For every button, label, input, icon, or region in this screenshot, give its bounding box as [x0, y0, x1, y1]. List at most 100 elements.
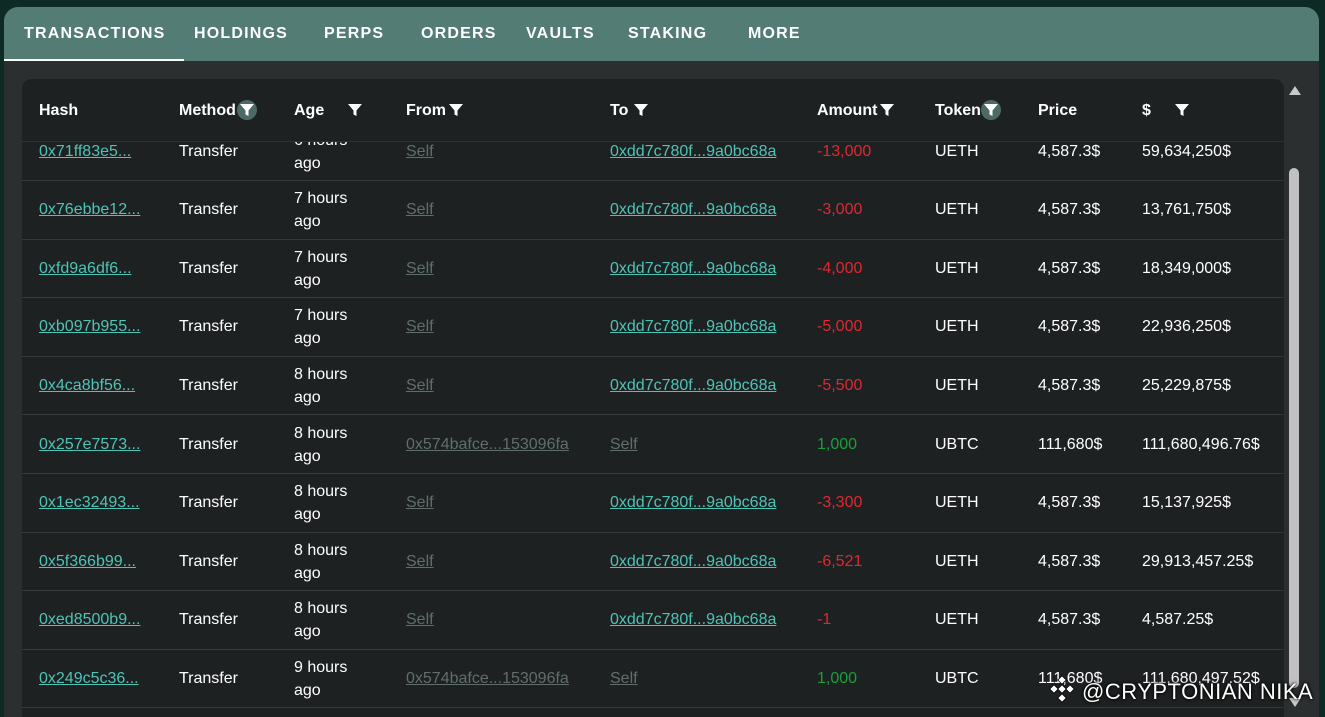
scroll-up-arrow-icon[interactable] — [1289, 86, 1301, 95]
column-header-token: Token — [935, 102, 981, 119]
amount-value: -4,000 — [817, 259, 863, 277]
age-suffix: ago — [294, 271, 321, 289]
amount-value-cell: -6,521 — [817, 533, 862, 591]
age-value: 8 hours — [294, 424, 348, 442]
to-address-link[interactable]: 0xdd7c780f...9a0bc68a — [610, 494, 776, 512]
tx-hash-link[interactable]: 0xb097b955... — [39, 318, 140, 336]
tab-holdings[interactable]: HOLDINGS — [194, 7, 288, 61]
watermark-text: @CRYPTONIAN NIKA — [1082, 679, 1314, 704]
token-symbol: UETH — [935, 142, 979, 160]
to-address-link-cell: 0xdd7c780f...9a0bc68a — [610, 298, 776, 356]
age-value: 7 hours — [294, 307, 348, 325]
usd-value-cell: 13,761,750$ — [1142, 181, 1231, 239]
amount-value-cell: -3,300 — [817, 474, 862, 532]
column-header-method: Method — [179, 102, 236, 119]
to-self-link[interactable]: Self — [610, 670, 638, 688]
from-self-link[interactable]: Self — [406, 260, 434, 278]
from-self-link[interactable]: Self — [406, 553, 434, 571]
from-self-link[interactable]: Self — [406, 611, 434, 629]
method-filter-icon[interactable] — [237, 100, 257, 120]
from-self-link[interactable]: Self — [406, 143, 434, 161]
age-value: 9 hours — [294, 658, 348, 676]
column-header-age: Age — [294, 102, 325, 119]
method-text-cell: Transfer — [179, 181, 238, 239]
from-self-link[interactable]: Self — [406, 318, 434, 336]
tab-vaults[interactable]: VAULTS — [526, 7, 595, 61]
table-row: 0x1ec32493... Transfer 8 hours ago Self 0xdd7… — [22, 474, 1284, 533]
to-address-link[interactable]: 0xdd7c780f...9a0bc68a — [610, 377, 776, 395]
usd-value-cell: 29,913,457.25$ — [1142, 533, 1253, 591]
method-text-cell: Transfer — [179, 298, 238, 356]
age-cell: 8 hours ago — [294, 357, 347, 415]
price-value-cell: 4,587.3$ — [1038, 181, 1100, 239]
age-cell: 7 hours ago — [294, 298, 347, 356]
price-value: 4,587.3$ — [1038, 201, 1101, 219]
tx-hash-link[interactable]: 0xed8500b9... — [39, 611, 140, 629]
from-self-link[interactable]: Self — [406, 201, 434, 219]
from-self-link-cell: Self — [406, 181, 434, 239]
to-address-link[interactable]: 0xdd7c780f...9a0bc68a — [610, 318, 776, 336]
usd-filter-icon[interactable] — [1172, 100, 1192, 120]
method-text-cell: Transfer — [179, 533, 238, 591]
from-address-link[interactable]: 0x574bafce...153096fa — [406, 670, 569, 688]
to-address-link-cell: 0xdd7c780f...9a0bc68a — [610, 474, 776, 532]
column-header-from: From — [406, 102, 446, 119]
from-address-link[interactable]: 0x574bafce...153096fa — [406, 436, 569, 454]
to-address-link[interactable]: 0xdd7c780f...9a0bc68a — [610, 611, 776, 629]
from-self-link[interactable]: Self — [406, 377, 434, 395]
age-value: 8 hours — [294, 483, 348, 501]
to-address-link[interactable]: 0xdd7c780f...9a0bc68a — [610, 553, 776, 571]
to-address-link-cell: 0xdd7c780f...9a0bc68a — [610, 181, 776, 239]
token-symbol-cell: UETH — [935, 357, 979, 415]
token-symbol: UBTC — [935, 669, 979, 687]
from-self-link-cell: Self — [406, 533, 434, 591]
tx-hash-link[interactable]: 0x71ff83e5... — [39, 143, 131, 161]
age-value: 8 hours — [294, 600, 348, 618]
column-header-to: To — [610, 102, 629, 119]
tx-hash-link[interactable]: 0xfd9a6df6... — [39, 260, 132, 278]
tx-hash-link-cell: 0xed8500b9... — [39, 591, 140, 649]
token-symbol-cell: UETH — [935, 240, 979, 298]
method-text-cell: Transfer — [179, 650, 238, 708]
explorer-window: TRANSACTIONS HOLDINGS PERPS ORDERS VAULT… — [4, 7, 1319, 717]
to-address-link[interactable]: 0xdd7c780f...9a0bc68a — [610, 143, 776, 161]
to-address-link[interactable]: 0xdd7c780f...9a0bc68a — [610, 260, 776, 278]
age-filter-icon[interactable] — [345, 100, 365, 120]
age-suffix: ago — [294, 681, 321, 699]
usd-value: 18,349,000$ — [1142, 259, 1231, 277]
token-symbol: UBTC — [935, 435, 979, 453]
tx-hash-link[interactable]: 0x1ec32493... — [39, 494, 140, 512]
tx-hash-link[interactable]: 0x5f366b99... — [39, 553, 136, 571]
amount-value-cell: -5,500 — [817, 357, 862, 415]
amount-value: -13,000 — [817, 142, 872, 160]
token-filter-icon[interactable] — [981, 100, 1001, 120]
tx-hash-link[interactable]: 0x4ca8bf56... — [39, 377, 135, 395]
tab-perps[interactable]: PERPS — [324, 7, 384, 61]
tab-staking[interactable]: STAKING — [628, 7, 707, 61]
usd-value-cell: 18,349,000$ — [1142, 240, 1231, 298]
amount-filter-icon[interactable] — [877, 100, 897, 120]
table-row: 0x76ebbe12... Transfer 7 hours ago Self 0xdd7… — [22, 181, 1284, 240]
tab-orders[interactable]: ORDERS — [421, 7, 497, 61]
from-self-link-cell: Self — [406, 591, 434, 649]
to-filter-icon[interactable] — [631, 100, 651, 120]
amount-value: -6,521 — [817, 552, 863, 570]
to-self-link[interactable]: Self — [610, 436, 638, 454]
tx-hash-link-cell: 0xb097b955... — [39, 298, 140, 356]
token-symbol: UETH — [935, 611, 979, 629]
tx-hash-link[interactable]: 0x249c5c36... — [39, 670, 139, 688]
method-text: Transfer — [179, 259, 238, 277]
tab-more[interactable]: MORE — [748, 7, 801, 61]
price-value-cell: 4,587.3$ — [1038, 357, 1100, 415]
token-symbol-cell: UETH — [935, 298, 979, 356]
tx-hash-link[interactable]: 0x76ebbe12... — [39, 201, 140, 219]
vertical-scrollbar[interactable] — [1285, 82, 1305, 717]
tx-hash-link[interactable]: 0x257e7573... — [39, 436, 140, 454]
scrollbar-thumb[interactable] — [1289, 168, 1299, 688]
from-self-link[interactable]: Self — [406, 494, 434, 512]
price-value: 4,587.3$ — [1038, 494, 1101, 512]
from-filter-icon[interactable] — [446, 100, 466, 120]
to-address-link[interactable]: 0xdd7c780f...9a0bc68a — [610, 201, 776, 219]
tx-hash-link-cell: 0xfd9a6df6... — [39, 240, 132, 298]
tab-transactions[interactable]: TRANSACTIONS — [4, 7, 183, 61]
